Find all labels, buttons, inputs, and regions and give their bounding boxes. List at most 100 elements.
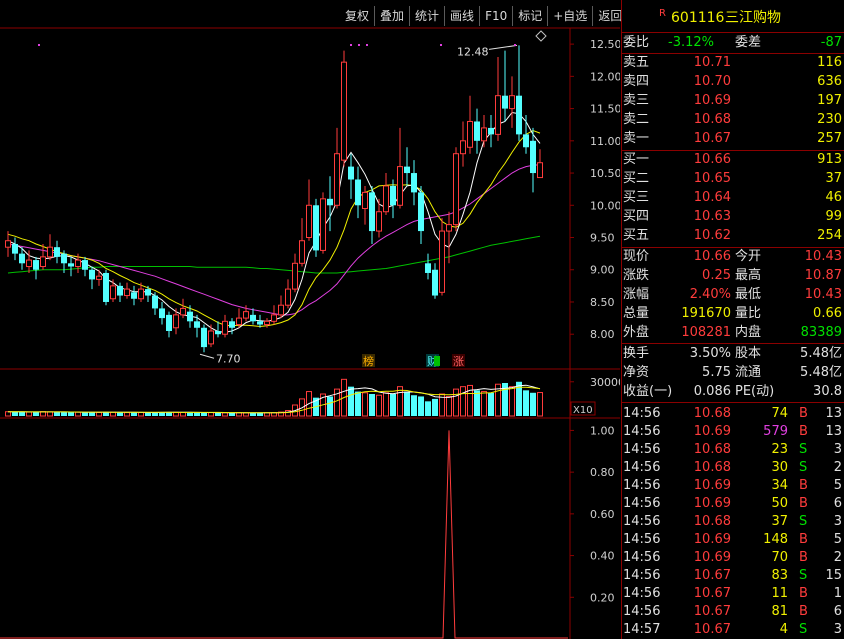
volume-bar bbox=[509, 386, 515, 417]
candle-body bbox=[96, 275, 102, 280]
tick-row: 14:56 10.68 30 S 2 bbox=[621, 459, 844, 477]
statistics-button[interactable]: 统计 bbox=[409, 6, 444, 26]
candle-body bbox=[243, 311, 249, 319]
tick-side: B bbox=[799, 406, 808, 421]
candle-body bbox=[110, 285, 116, 300]
candle-body bbox=[194, 321, 200, 328]
overlay-button[interactable]: 叠加 bbox=[374, 6, 409, 26]
stat-row: 现价 10.66 今开 10.43 bbox=[621, 248, 844, 266]
level-price: 10.71 bbox=[693, 55, 731, 70]
tick-side: S bbox=[799, 622, 808, 637]
candle-body bbox=[229, 321, 235, 328]
candle-body bbox=[26, 259, 32, 268]
buy-level-row: 买三 10.64 46 bbox=[621, 189, 844, 207]
candle-body bbox=[138, 288, 144, 300]
restore-rights-button[interactable]: 复权 bbox=[340, 6, 374, 26]
tick-volume: 37 bbox=[771, 514, 788, 529]
f10-button[interactable]: F10 bbox=[479, 6, 512, 26]
candle-body bbox=[341, 61, 347, 161]
stat-label: 流通 bbox=[735, 365, 762, 380]
candle-body bbox=[495, 95, 501, 135]
tick-side: B bbox=[799, 550, 808, 565]
volume-bar bbox=[96, 411, 102, 417]
weibi-label: 委比 bbox=[623, 35, 650, 50]
tick-side: S bbox=[799, 514, 808, 529]
chart-canvas[interactable]: 12.50 12.00 11.50 11.00 10.50 10.00 9.50 9.00 8.… bbox=[0, 0, 620, 639]
stat-label: 内盘 bbox=[735, 325, 762, 340]
stat-label: 最高 bbox=[735, 268, 762, 283]
volume-bar bbox=[208, 412, 214, 417]
level-label: 买四 bbox=[623, 209, 650, 224]
tick-row: 14:56 10.69 70 B 2 bbox=[621, 549, 844, 567]
diamond-icon bbox=[535, 30, 547, 42]
candle-body bbox=[432, 269, 438, 296]
signal-dot bbox=[358, 44, 360, 46]
level-volume: 197 bbox=[817, 93, 842, 108]
tick-row: 14:56 10.67 81 B 6 bbox=[621, 603, 844, 621]
candle-body bbox=[390, 185, 396, 206]
level-volume: 636 bbox=[817, 74, 842, 89]
volume-bar bbox=[390, 394, 396, 416]
add-watchlist-button[interactable]: +自选 bbox=[547, 6, 592, 26]
high-price-label: 12.48 bbox=[457, 45, 489, 58]
tick-price: 10.69 bbox=[693, 550, 731, 565]
quote-panel: R 601116 三江购物 委比 -3.12% 委差 -87 卖五 10.71 11… bbox=[621, 0, 844, 639]
candle-body bbox=[257, 321, 263, 325]
stat-value: 10.43 bbox=[804, 287, 842, 302]
candle-body bbox=[446, 224, 452, 232]
volume-bar bbox=[369, 394, 375, 416]
mark-button[interactable]: 标记 bbox=[512, 6, 547, 26]
candle-body bbox=[222, 320, 228, 335]
indicator-tick-label: 0.40 bbox=[590, 550, 615, 563]
candle-body bbox=[271, 314, 277, 322]
tick-row: 14:56 10.69 34 B 5 bbox=[621, 477, 844, 495]
tick-price: 10.69 bbox=[693, 478, 731, 493]
candle-body bbox=[103, 272, 109, 302]
tick-side: S bbox=[799, 460, 808, 475]
stat-label: 换手 bbox=[623, 346, 650, 361]
stat-value: 10.87 bbox=[804, 268, 842, 283]
tick-time: 14:57 bbox=[623, 622, 661, 637]
tick-price: 10.68 bbox=[693, 514, 731, 529]
candle-body bbox=[124, 288, 130, 297]
price-tick-label: 8.00 bbox=[590, 328, 615, 341]
sell-level-row: 卖五 10.71 116 bbox=[621, 54, 844, 72]
tick-side: B bbox=[799, 532, 808, 547]
volume-bar bbox=[460, 386, 466, 417]
tick-price: 10.68 bbox=[693, 442, 731, 457]
tick-count: 6 bbox=[833, 604, 842, 619]
tick-row: 14:56 10.68 74 B 13 bbox=[621, 405, 844, 423]
volume-bar bbox=[47, 411, 53, 417]
low-arrow bbox=[199, 353, 215, 359]
tick-row: 14:56 10.69 148 B 5 bbox=[621, 531, 844, 549]
level-label: 卖五 bbox=[623, 55, 650, 70]
volume-unit-label: X10 bbox=[573, 405, 593, 416]
signal-dot bbox=[350, 44, 352, 46]
price-tick-label: 11.50 bbox=[590, 103, 620, 116]
tick-volume: 74 bbox=[771, 406, 788, 421]
tick-time: 14:56 bbox=[623, 478, 661, 493]
stat-value: 3.50% bbox=[689, 346, 731, 361]
tick-time: 14:56 bbox=[623, 442, 661, 457]
volume-bar bbox=[131, 412, 137, 416]
level-label: 卖一 bbox=[623, 131, 650, 146]
tick-time: 14:56 bbox=[623, 514, 661, 529]
kline-chart-area[interactable]: 12.50 12.00 11.50 11.00 10.50 10.00 9.50 9.00 8.… bbox=[0, 0, 622, 639]
candle-body bbox=[82, 260, 88, 270]
tick-count: 5 bbox=[833, 532, 842, 547]
candle-body bbox=[47, 246, 53, 258]
stat-label: 总量 bbox=[623, 306, 650, 321]
tick-count: 15 bbox=[825, 568, 842, 583]
tick-volume: 34 bbox=[771, 478, 788, 493]
tick-side: B bbox=[799, 424, 808, 439]
tick-side: B bbox=[799, 604, 808, 619]
candle-body bbox=[145, 289, 151, 296]
level-price: 10.67 bbox=[693, 131, 731, 146]
candle-body bbox=[509, 95, 515, 110]
tick-volume: 4 bbox=[779, 622, 788, 637]
candle-body bbox=[355, 179, 361, 206]
stat-value: 108281 bbox=[681, 325, 731, 340]
draw-line-button[interactable]: 画线 bbox=[444, 6, 479, 26]
candle-body bbox=[348, 166, 354, 180]
candle-body bbox=[12, 243, 18, 254]
